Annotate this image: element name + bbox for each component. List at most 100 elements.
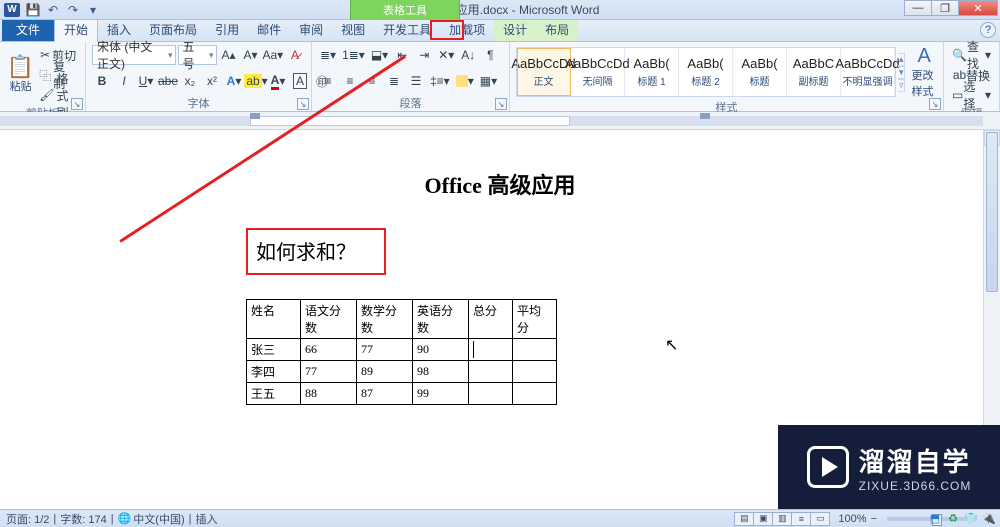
select-button[interactable]: ▭选择▾: [950, 85, 993, 105]
scroll-thumb[interactable]: [986, 132, 998, 292]
table-row[interactable]: 李四778998: [247, 361, 557, 383]
zoom-percent[interactable]: 100%: [838, 513, 866, 525]
underline-button[interactable]: U▾: [136, 71, 156, 91]
status-words[interactable]: 字数: 174: [60, 511, 106, 527]
style-item[interactable]: AaBb( 标题 1: [625, 48, 679, 96]
table-header-cell[interactable]: 总分: [469, 300, 513, 339]
qat-customize[interactable]: ▾: [84, 2, 102, 18]
help-button[interactable]: ?: [980, 22, 996, 38]
style-item[interactable]: AaBb( 标题 2: [679, 48, 733, 96]
table-header-cell[interactable]: 姓名: [247, 300, 301, 339]
bullets-button[interactable]: ≣▾: [318, 45, 338, 65]
shrink-font-button[interactable]: A▾: [241, 45, 261, 65]
tab-addins[interactable]: 加载项: [440, 18, 494, 41]
strike-button[interactable]: abe: [158, 71, 178, 91]
table-cell[interactable]: 87: [357, 383, 413, 405]
undo-button[interactable]: ↶: [44, 2, 62, 18]
grow-font-button[interactable]: A▴: [219, 45, 239, 65]
table-cell[interactable]: 王五: [247, 383, 301, 405]
minimize-button[interactable]: —: [904, 0, 932, 16]
tab-references[interactable]: 引用: [206, 18, 248, 41]
status-language[interactable]: 中文(中国): [133, 511, 184, 527]
char-shading-button[interactable]: A: [290, 71, 310, 91]
table-row[interactable]: 王五888799: [247, 383, 557, 405]
font-size-combo[interactable]: 五号: [178, 45, 217, 65]
subscript-button[interactable]: x₂: [180, 71, 200, 91]
tab-table-design[interactable]: 设计: [494, 18, 536, 41]
tray-icon[interactable]: ♻: [946, 511, 960, 525]
table-header-cell[interactable]: 语文分数: [301, 300, 357, 339]
styles-scroll[interactable]: ▴ ▾ ▿: [898, 53, 905, 92]
increase-indent-button[interactable]: ⇥: [414, 45, 434, 65]
align-center-button[interactable]: ≡: [340, 71, 360, 91]
asian-layout-button[interactable]: ✕▾: [436, 45, 456, 65]
horizontal-ruler[interactable]: [0, 112, 1000, 130]
view-outline[interactable]: ≡: [791, 512, 811, 526]
style-item[interactable]: AaBbCcDd 不明显强调: [841, 48, 895, 96]
align-left-button[interactable]: ≡: [318, 71, 338, 91]
table-cell[interactable]: 77: [357, 339, 413, 361]
clear-formatting-button[interactable]: A̷: [285, 45, 305, 65]
styles-scroll-down[interactable]: ▾: [898, 66, 905, 79]
tab-developer[interactable]: 开发工具: [374, 18, 440, 41]
style-item[interactable]: AaBb( 标题: [733, 48, 787, 96]
table-cell[interactable]: 88: [301, 383, 357, 405]
change-styles-button[interactable]: A 更改样式: [911, 45, 937, 99]
styles-gallery[interactable]: AaBbCcDd 正文AaBbCcDd 无间隔AaBb( 标题 1AaBb( 标…: [516, 47, 896, 97]
superscript-button[interactable]: x²: [202, 71, 222, 91]
table-header-cell[interactable]: 平均分: [513, 300, 557, 339]
table-cell[interactable]: [469, 339, 513, 361]
save-button[interactable]: 💾: [24, 2, 42, 18]
table-header-cell[interactable]: 数学分数: [357, 300, 413, 339]
tray-icon[interactable]: ⬒: [928, 511, 942, 525]
table-cell[interactable]: [469, 383, 513, 405]
table-row[interactable]: 张三667790: [247, 339, 557, 361]
text-effects-button[interactable]: A▾: [224, 71, 244, 91]
table-cell[interactable]: [513, 383, 557, 405]
tab-view[interactable]: 视图: [332, 18, 374, 41]
tab-table-layout[interactable]: 布局: [536, 18, 578, 41]
styles-scroll-up[interactable]: ▴: [898, 53, 905, 66]
status-insert-mode[interactable]: 插入: [195, 511, 217, 527]
decrease-indent-button[interactable]: ⇤: [392, 45, 412, 65]
distributed-button[interactable]: ☰: [406, 71, 426, 91]
tab-home[interactable]: 开始: [54, 17, 98, 42]
style-item[interactable]: AaBbCcDd 无间隔: [571, 48, 625, 96]
show-marks-button[interactable]: ¶: [480, 45, 500, 65]
font-color-button[interactable]: A▾: [268, 71, 288, 91]
sort-button[interactable]: A↓: [458, 45, 478, 65]
justify-button[interactable]: ≣: [384, 71, 404, 91]
view-draft[interactable]: ▭: [810, 512, 830, 526]
change-case-button[interactable]: Aa▾: [263, 45, 283, 65]
multilevel-button[interactable]: ⬓▾: [369, 45, 390, 65]
table-cell[interactable]: 66: [301, 339, 357, 361]
clipboard-launcher[interactable]: ↘: [71, 98, 83, 110]
font-name-combo[interactable]: 宋体 (中文正文): [92, 45, 176, 65]
table-cell[interactable]: 99: [413, 383, 469, 405]
table-header-cell[interactable]: 英语分数: [413, 300, 469, 339]
data-table[interactable]: 姓名语文分数数学分数英语分数总分平均分张三667790李四778998王五888…: [246, 299, 557, 405]
numbering-button[interactable]: 1≣▾: [340, 45, 367, 65]
table-cell[interactable]: 89: [357, 361, 413, 383]
italic-button[interactable]: I: [114, 71, 134, 91]
shading-button[interactable]: ▾: [454, 71, 476, 91]
paragraph-launcher[interactable]: ↘: [495, 98, 507, 110]
tab-mailings[interactable]: 邮件: [248, 18, 290, 41]
table-cell[interactable]: 77: [301, 361, 357, 383]
tab-file[interactable]: 文件: [2, 18, 54, 41]
style-item[interactable]: AaBbCcDd 正文: [517, 48, 571, 96]
line-spacing-button[interactable]: ‡≡▾: [428, 71, 452, 91]
table-cell[interactable]: [513, 339, 557, 361]
tray-icon[interactable]: 👕: [964, 511, 978, 525]
find-button[interactable]: 🔍查找▾: [950, 45, 993, 65]
style-item[interactable]: AaBbC 副标题: [787, 48, 841, 96]
table-cell[interactable]: [513, 361, 557, 383]
table-cell[interactable]: 张三: [247, 339, 301, 361]
highlight-button[interactable]: ab▾: [246, 71, 266, 91]
borders-button[interactable]: ▦▾: [478, 71, 499, 91]
font-launcher[interactable]: ↘: [297, 98, 309, 110]
paste-button[interactable]: 📋 粘贴: [6, 56, 35, 94]
table-cell[interactable]: 90: [413, 339, 469, 361]
tray-icon[interactable]: 🔌: [982, 511, 996, 525]
align-right-button[interactable]: ≡: [362, 71, 382, 91]
